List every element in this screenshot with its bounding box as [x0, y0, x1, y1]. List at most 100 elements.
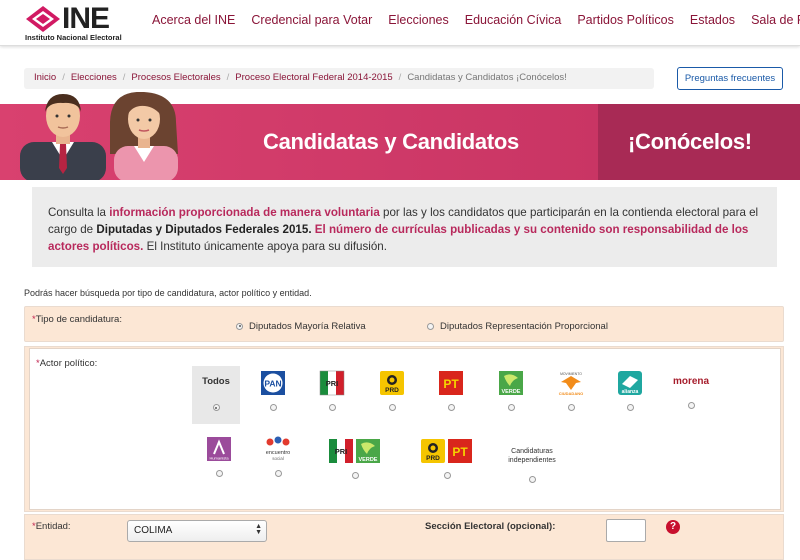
- breadcrumb-separator: /: [62, 72, 65, 83]
- party-movimiento-ciudadano[interactable]: MOVIMIENTO CIUDADANO: [546, 370, 596, 414]
- breadcrumb-separator: /: [226, 72, 230, 83]
- party-pan[interactable]: PAN: [248, 370, 298, 414]
- svg-text:Humanista: Humanista: [209, 456, 229, 461]
- ine-logo-mark-icon: [26, 6, 60, 32]
- help-icon[interactable]: ?: [666, 520, 680, 534]
- svg-text:alianza: alianza: [622, 389, 639, 395]
- breadcrumb-current: Candidatas y Candidatos ¡Conócelos!: [407, 72, 567, 83]
- ine-logo[interactable]: INE Instituto Nacional Electoral: [24, 2, 136, 43]
- party-encuentro-social[interactable]: encuentro social: [253, 434, 303, 480]
- entidad-label-text: Entidad:: [35, 521, 71, 532]
- breadcrumb-separator: /: [398, 72, 402, 83]
- breadcrumb-proceso-2015[interactable]: Proceso Electoral Federal 2014-2015: [235, 72, 392, 83]
- radio-prd-pt[interactable]: [443, 472, 451, 480]
- party-morena[interactable]: morena: [666, 370, 716, 412]
- search-hint: Podrás hacer búsqueda por tipo de candid…: [24, 288, 312, 298]
- banner-cta: ¡Conócelos!: [628, 129, 752, 154]
- logo-wordmark: INE: [62, 2, 110, 35]
- info-highlight: información proporcionada de manera volu…: [109, 206, 380, 219]
- encuentro-social-logo-icon: encuentrosocial: [266, 436, 290, 461]
- radio-prd[interactable]: [388, 404, 396, 412]
- option-mayoria-relativa[interactable]: Diputados Mayoría Relativa: [236, 321, 366, 332]
- nav-educacion[interactable]: Educación Cívica: [465, 13, 562, 27]
- svg-text:PT: PT: [443, 377, 459, 391]
- actor-label-text: Actor político:: [39, 358, 98, 369]
- radio-independientes[interactable]: [528, 476, 536, 483]
- verde-logo-icon: VERDE: [499, 371, 523, 395]
- breadcrumb-elecciones[interactable]: Elecciones: [71, 72, 117, 83]
- info-text: El Instituto únicamente apoya para su di…: [143, 240, 387, 253]
- party-verde[interactable]: VERDE: [486, 370, 536, 414]
- entidad-selected-value: COLIMA: [134, 525, 173, 536]
- party-todos[interactable]: Todos: [192, 366, 240, 424]
- svg-text:VERDE: VERDE: [502, 389, 521, 395]
- entidad-section: *Entidad: COLIMA ▲ ▼ Sección Electoral (o…: [24, 514, 784, 560]
- party-independientes[interactable]: Candidaturas independientes: [502, 442, 562, 483]
- radio-movimiento-ciudadano[interactable]: [567, 404, 575, 412]
- radio-mayoria-relativa[interactable]: [236, 322, 243, 330]
- independientes-line-1: Candidaturas: [511, 448, 553, 455]
- top-navbar: INE Instituto Nacional Electoral Acerca …: [0, 0, 800, 46]
- tipo-label-text: Tipo de candidatura:: [35, 314, 122, 325]
- nav-elecciones[interactable]: Elecciones: [388, 13, 448, 27]
- radio-nueva-alianza[interactable]: [626, 404, 634, 412]
- nav-partidos[interactable]: Partidos Políticos: [577, 13, 674, 27]
- entidad-label: *Entidad:: [32, 521, 71, 532]
- tipo-label: *Tipo de candidatura:: [32, 314, 122, 325]
- faq-button[interactable]: Preguntas frecuentes: [677, 67, 783, 90]
- pan-logo-icon: PAN: [261, 371, 285, 395]
- breadcrumb-inicio[interactable]: Inicio: [34, 72, 56, 83]
- breadcrumb-procesos[interactable]: Procesos Electorales: [131, 72, 220, 83]
- radio-todos[interactable]: [212, 404, 220, 411]
- option-label: Diputados Representación Proporcional: [440, 321, 608, 332]
- party-prd-pt[interactable]: PRD PT: [420, 438, 474, 482]
- party-pt[interactable]: PT: [426, 370, 476, 414]
- option-representacion-proporcional[interactable]: Diputados Representación Proporcional: [427, 321, 608, 332]
- radio-pan[interactable]: [269, 404, 277, 412]
- radio-pri[interactable]: [328, 404, 336, 412]
- info-text: Consulta la: [48, 206, 110, 219]
- radio-encuentro-social[interactable]: [274, 470, 282, 478]
- nav-acerca[interactable]: Acerca del INE: [152, 13, 235, 27]
- prd-pt-coalition-logo-icon: PRD PT: [421, 439, 472, 463]
- svg-text:CIUDADANO: CIUDADANO: [559, 391, 583, 396]
- svg-text:PRI: PRI: [326, 379, 339, 388]
- party-nueva-alianza[interactable]: alianza: [605, 370, 655, 414]
- info-notice: Consulta la información proporcionada de…: [32, 187, 777, 267]
- breadcrumb: Inicio / Elecciones / Procesos Electorales / P…: [24, 68, 654, 89]
- svg-text:VERDE: VERDE: [359, 457, 378, 463]
- radio-humanista[interactable]: [215, 470, 223, 478]
- seccion-input[interactable]: [606, 519, 646, 542]
- radio-representacion-proporcional[interactable]: [427, 322, 434, 330]
- info-bold: Diputadas y Diputados Federales 2015.: [96, 223, 312, 236]
- independientes-line-2: independientes: [508, 457, 556, 464]
- svg-text:PRI: PRI: [335, 447, 348, 456]
- main-nav: Acerca del INE Credencial para Votar Ele…: [152, 13, 800, 27]
- radio-morena[interactable]: [687, 402, 695, 410]
- nav-sala-prensa[interactable]: Sala de Prensa: [751, 13, 800, 27]
- select-arrows-icon: ▲ ▼: [255, 523, 262, 536]
- radio-pri-verde[interactable]: [351, 472, 359, 480]
- actor-label: *Actor político:: [36, 358, 97, 369]
- pri-verde-coalition-logo-icon: PRI VERDE: [329, 439, 380, 463]
- independientes-label: Candidaturas independientes: [502, 447, 562, 465]
- party-prd[interactable]: PRD: [367, 370, 417, 414]
- pri-logo-icon: PRI: [319, 370, 345, 396]
- movimiento-ciudadano-logo-icon: MOVIMIENTO CIUDADANO: [559, 372, 583, 396]
- svg-text:MOVIMIENTO: MOVIMIENTO: [560, 372, 582, 376]
- nueva-alianza-logo-icon: alianza: [618, 371, 642, 395]
- morena-logo-icon: morena: [672, 376, 710, 387]
- tipo-candidatura-section: *Tipo de candidatura: Diputados Mayoría …: [24, 306, 784, 342]
- radio-verde[interactable]: [507, 404, 515, 412]
- nav-estados[interactable]: Estados: [690, 13, 735, 27]
- radio-pt[interactable]: [447, 404, 455, 412]
- svg-text:PRD: PRD: [426, 455, 440, 462]
- party-pri-verde[interactable]: PRI VERDE: [328, 438, 382, 482]
- nav-credencial[interactable]: Credencial para Votar: [251, 13, 372, 27]
- breadcrumb-separator: /: [122, 72, 126, 83]
- party-humanista[interactable]: Humanista: [194, 436, 244, 480]
- entidad-select[interactable]: COLIMA ▲ ▼: [127, 520, 267, 542]
- seccion-label: Sección Electoral (opcional):: [425, 521, 556, 532]
- party-pri[interactable]: PRI: [307, 370, 357, 414]
- banner-title: Candidatas y Candidatos: [263, 129, 519, 154]
